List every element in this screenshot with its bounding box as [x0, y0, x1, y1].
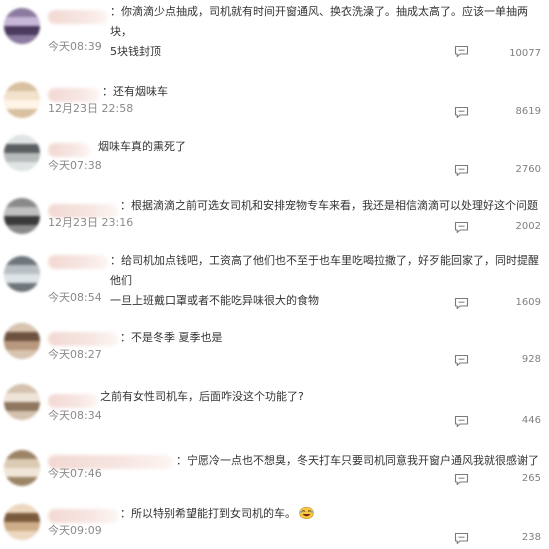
comment-text: ：你滴滴少点抽成，司机就有时间开窗通风、换衣洗澡了。抽成太高了。应该一单抽两块，…: [110, 2, 540, 62]
username-redacted[interactable]: [48, 509, 118, 523]
comment-timestamp: 今天08:39: [48, 40, 102, 53]
username-redacted[interactable]: [48, 394, 98, 408]
comment-reply-icon[interactable]: [454, 352, 469, 367]
avatar[interactable]: [4, 323, 40, 359]
comment-body: 烟味车真的熏死了: [98, 140, 186, 153]
username-redacted[interactable]: [48, 332, 118, 346]
comment-body: ：所以特别希望能打到女司机的车。: [120, 507, 296, 520]
comment-count: 8619: [515, 106, 541, 117]
comment-reply-icon[interactable]: [454, 295, 469, 310]
comment-body: ：不是冬季 夏季也是: [120, 331, 223, 344]
avatar[interactable]: [4, 8, 40, 44]
username-redacted[interactable]: [48, 255, 108, 269]
comment-timestamp: 12月23日 23:16: [48, 216, 134, 229]
comment-count: 928: [521, 354, 541, 365]
comment-timestamp: 今天07:46: [48, 467, 102, 480]
comment-count: 446: [521, 415, 541, 426]
comment-body: ：给司机加点钱吧，工资高了他们也不至于也车里吃喝拉撒了，好歹能回家了，同时提醒他…: [110, 254, 539, 307]
comment-timestamp: 12月23日 22:58: [48, 102, 134, 115]
comment-count: 2002: [515, 221, 541, 232]
laughing-emoji-icon: [299, 506, 314, 520]
comment-body: ：根据滴滴之前可选女司机和安排宠物专车来看，我还是相信滴滴可以处理好这个问题: [120, 199, 538, 212]
avatar[interactable]: [4, 82, 40, 118]
comment-reply-icon[interactable]: [454, 162, 469, 177]
comment-text: ：还有烟味车: [102, 82, 540, 102]
comment-count: 265: [521, 473, 541, 484]
avatar[interactable]: [4, 450, 40, 486]
comment-reply-icon[interactable]: [454, 471, 469, 486]
comment-text: ：给司机加点钱吧，工资高了他们也不至于也车里吃喝拉撒了，好歹能回家了，同时提醒他…: [110, 251, 540, 311]
comment-text: ：根据滴滴之前可选女司机和安排宠物专车来看，我还是相信滴滴可以处理好这个问题: [120, 196, 540, 216]
comment-timestamp: 今天08:27: [48, 348, 102, 361]
comment-body: ：宁愿冷一点也不想臭，冬天打车只要司机同意我开窗户通风我就很感谢了: [176, 454, 539, 467]
username-redacted[interactable]: [48, 88, 100, 102]
avatar[interactable]: [4, 384, 40, 420]
comment-timestamp: 今天07:38: [48, 159, 102, 172]
comment-timestamp: 今天08:54: [48, 291, 102, 304]
comment-count: 238: [521, 532, 541, 543]
comment-body: ：还有烟味车: [102, 85, 168, 98]
comment-text: ：宁愿冷一点也不想臭，冬天打车只要司机同意我开窗户通风我就很感谢了: [176, 451, 540, 471]
avatar[interactable]: [4, 256, 40, 292]
comment-text: ：不是冬季 夏季也是: [120, 328, 540, 348]
comment-timestamp: 今天09:09: [48, 524, 102, 537]
username-redacted[interactable]: [48, 10, 108, 24]
comment-text: ：所以特别希望能打到女司机的车。: [120, 504, 540, 524]
avatar[interactable]: [4, 504, 40, 540]
comment-timestamp: 今天08:34: [48, 409, 102, 422]
comment-reply-icon[interactable]: [454, 43, 469, 58]
comment-reply-icon[interactable]: [454, 104, 469, 119]
comment-reply-icon[interactable]: [454, 219, 469, 234]
comment-body: 之前有女性司机车，后面咋没这个功能了?: [100, 390, 304, 403]
comment-count: 1609: [515, 297, 541, 308]
comment-text: 烟味车真的熏死了: [98, 137, 540, 157]
comment-reply-icon[interactable]: [454, 530, 469, 545]
avatar[interactable]: [4, 198, 40, 234]
comment-count: 2760: [515, 164, 541, 175]
comment-count: 10077: [509, 48, 541, 59]
comment-reply-icon[interactable]: [454, 413, 469, 428]
comment-text: 之前有女性司机车，后面咋没这个功能了?: [100, 387, 540, 407]
username-redacted[interactable]: [48, 143, 90, 157]
avatar[interactable]: [4, 135, 40, 171]
